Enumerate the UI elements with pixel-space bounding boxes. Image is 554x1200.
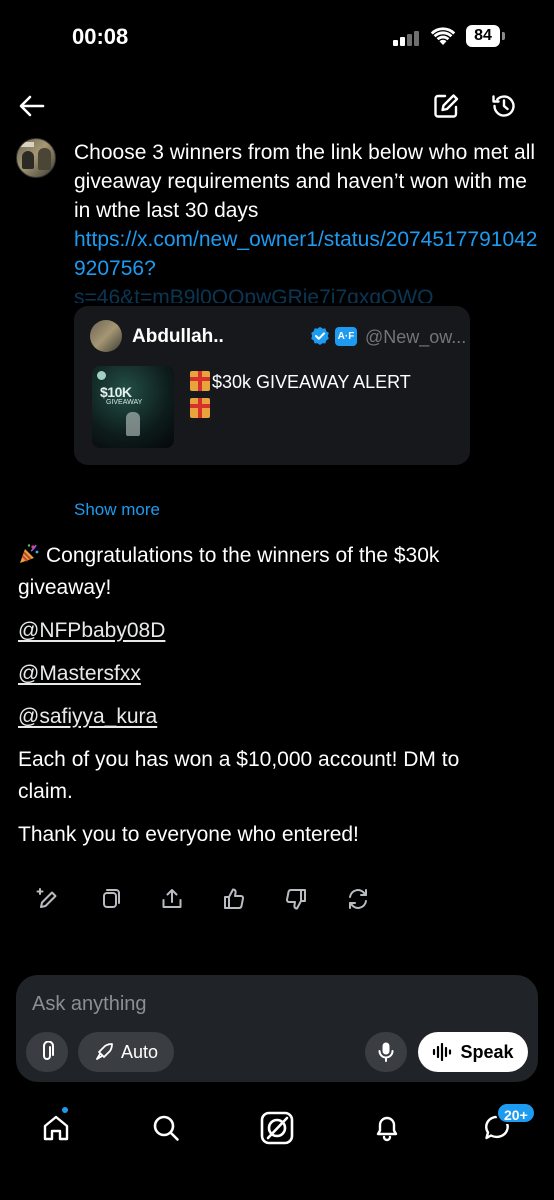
history-icon: [492, 95, 515, 117]
quoted-author-name: Abdullah..: [132, 326, 224, 347]
bottom-nav: 20+: [0, 1100, 554, 1160]
image-logo: [97, 371, 106, 380]
winner-mention[interactable]: @safiyya_kura: [18, 701, 518, 733]
affiliate-badge: A·F: [335, 327, 357, 346]
thumbs-up-icon: [224, 888, 244, 909]
copy-icon: [103, 889, 120, 908]
ask-input[interactable]: [32, 993, 512, 1016]
answer-intro-paragraph: Congratulations to the winners of the $3…: [18, 540, 518, 604]
status-bar: 00:08 84: [0, 0, 554, 76]
new-chat-button[interactable]: [428, 88, 464, 124]
wifi-icon: [430, 27, 456, 45]
quoted-post-card[interactable]: Abdullah.. A·F @New_ow... · 4d $10K GIVE…: [74, 306, 470, 465]
home-icon: [43, 1115, 69, 1141]
home-notification-dot: [60, 1105, 70, 1115]
chat-composer: Auto Speak: [16, 975, 538, 1082]
attach-button[interactable]: [26, 1032, 68, 1072]
query-text: Choose 3 winners from the link below who…: [74, 141, 536, 222]
gift-icon: [190, 371, 210, 391]
mode-label: Auto: [120, 1041, 159, 1062]
refresh-icon: [349, 889, 367, 909]
bell-icon: [376, 1116, 398, 1142]
answer-actions: [33, 884, 383, 916]
query-link[interactable]: https://x.com/new_owner1/status/20745177…: [74, 225, 540, 283]
answer-prize: Each of you has won a $10,000 account! D…: [18, 748, 460, 803]
answer-intro: Congratulations to the winners of the $3…: [18, 544, 440, 599]
cellular-signal-icon: [393, 30, 423, 46]
image-subtitle: GIVEAWAY: [106, 399, 143, 406]
regenerate-button[interactable]: [343, 884, 373, 914]
winner-mention[interactable]: @NFPbaby08D: [18, 615, 518, 647]
quoted-post-text-content: $30k GIVEAWAY ALERT: [212, 372, 411, 392]
rocket-icon: [96, 1043, 113, 1060]
query-link-continued: s=46&t=mB9l0QQpwGRje7i7qxqQWQ: [74, 286, 434, 303]
status-time: 00:08: [72, 24, 129, 49]
edit-prompt-button[interactable]: [33, 884, 63, 914]
microphone-icon: [378, 1042, 394, 1062]
battery-tip: [502, 32, 505, 40]
verified-badge-icon: [311, 326, 329, 345]
microphone-button[interactable]: [365, 1032, 407, 1072]
home-indicator: [206, 1182, 348, 1187]
battery-level: 84: [466, 25, 500, 47]
share-icon: [162, 889, 182, 908]
image-title: $10K: [100, 384, 132, 400]
mode-selector-button[interactable]: Auto: [78, 1032, 174, 1072]
show-more-link[interactable]: Show more: [74, 500, 160, 520]
regenerate-edit-icon: [36, 888, 57, 908]
compose-icon: [434, 94, 459, 118]
query-text-block: Choose 3 winners from the link below who…: [74, 138, 540, 303]
quoted-author-handle: @New_ow... · 4d: [365, 327, 470, 347]
grok-icon: [260, 1111, 294, 1145]
nav-search[interactable]: [146, 1108, 186, 1148]
winner-mention[interactable]: @Mastersfxx: [18, 658, 518, 690]
user-avatar[interactable]: [16, 138, 56, 178]
assistant-answer: Congratulations to the winners of the $3…: [18, 540, 518, 862]
share-button[interactable]: [157, 884, 187, 914]
chess-piece: [126, 412, 140, 436]
answer-thanks: Thank you to everyone who entered!: [18, 823, 359, 846]
back-button[interactable]: [14, 88, 50, 124]
copy-button[interactable]: [95, 884, 125, 914]
quoted-post-image[interactable]: $10K GIVEAWAY: [92, 366, 174, 448]
like-button[interactable]: [219, 884, 249, 914]
nav-grok[interactable]: [257, 1108, 297, 1148]
arrow-left-icon: [19, 95, 45, 117]
history-button[interactable]: [486, 88, 522, 124]
gift-icon: [190, 398, 210, 418]
messages-badge: 20+: [496, 1102, 536, 1124]
thumbs-down-icon: [286, 889, 306, 910]
speak-button[interactable]: Speak: [418, 1032, 528, 1072]
nav-home[interactable]: [36, 1108, 76, 1148]
nav-notifications[interactable]: [367, 1108, 407, 1148]
quoted-author-avatar: [90, 320, 122, 352]
search-icon: [153, 1115, 179, 1141]
speak-label: Speak: [460, 1041, 514, 1062]
sound-wave-icon: [433, 1043, 452, 1061]
quoted-post-text: $30k GIVEAWAY ALERT: [190, 370, 411, 394]
paperclip-icon: [43, 1041, 54, 1060]
dislike-button[interactable]: [281, 884, 311, 914]
party-popper-icon: [20, 544, 39, 563]
top-nav: [0, 84, 554, 128]
